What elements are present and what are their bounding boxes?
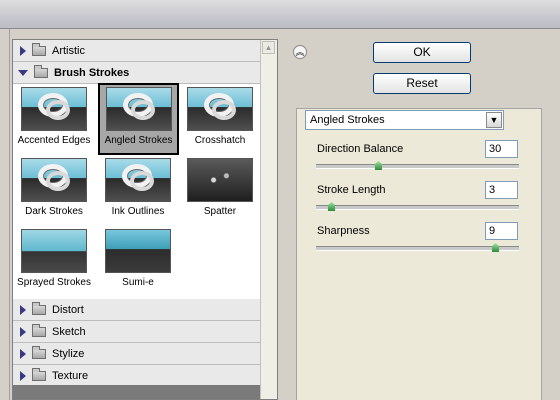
thumb-sumi-e[interactable]: Sumi-e [99,226,177,296]
collapse-gallery-icon[interactable]: ︽ [293,45,307,59]
direction-balance-input[interactable]: 30 [485,140,518,158]
thumb-angled-strokes[interactable]: Angled Strokes [98,83,179,155]
collapse-arrow-icon [18,69,28,76]
expand-arrow-icon [20,45,26,56]
thumb-label: Angled Strokes [104,135,173,146]
category-label: Sketch [52,325,86,338]
folder-icon [34,64,48,78]
gallery-empty-area [13,385,261,399]
thumb-spatter[interactable]: Spatter [181,155,259,225]
direction-balance-label: Direction Balance [317,143,404,155]
direction-balance-slider[interactable] [316,161,519,170]
expand-arrow-icon [20,370,26,381]
expand-arrow-icon [20,304,26,315]
category-artistic[interactable]: Artistic [13,40,261,62]
sharpness-input[interactable]: 9 [485,222,518,240]
category-label: Distort [52,303,84,316]
stroke-length-slider[interactable] [316,202,519,211]
reset-button[interactable]: Reset [373,73,471,94]
folder-icon [32,345,46,359]
brush-strokes-thumbnails: Accented Edges Angled Strokes Crosshatch… [13,83,261,329]
category-brush-strokes[interactable]: Brush Strokes [13,62,261,84]
sharpness-slider[interactable] [316,243,519,252]
category-stylize[interactable]: Stylize [13,343,261,365]
folder-icon [32,367,46,381]
category-label: Stylize [52,347,85,360]
stroke-length-label: Stroke Length [317,184,386,196]
thumb-sprayed-strokes[interactable]: Sprayed Strokes [15,226,93,296]
folder-icon [32,301,46,315]
thumb-label: Dark Strokes [25,206,83,217]
thumb-label: Sumi-e [122,277,154,288]
filter-select[interactable]: Angled Strokes ▼ [305,110,504,130]
filter-select-value: Angled Strokes [310,114,385,126]
filter-preview-image [187,158,253,202]
category-label: Brush Strokes [54,66,130,79]
filter-preview-image [105,229,171,273]
thumb-ink-outlines[interactable]: Ink Outlines [99,155,177,225]
thumb-label: Crosshatch [194,135,246,146]
filter-preview-image [21,158,87,202]
gallery-scrollbar[interactable]: ▲ [260,40,277,399]
filter-preview-image [105,87,172,131]
stroke-length-input[interactable]: 3 [485,181,518,199]
category-texture[interactable]: Texture [13,365,261,387]
expand-arrow-icon [20,326,26,337]
thumb-label: Accented Edges [17,135,91,146]
window-title-bar [0,0,560,29]
thumb-crosshatch[interactable]: Crosshatch [181,84,259,154]
thumb-label: Spatter [203,206,237,217]
category-label: Artistic [52,44,85,57]
category-sketch[interactable]: Sketch [13,321,261,343]
thumb-label: Sprayed Strokes [17,277,91,288]
preview-edge [0,29,10,400]
thumb-label: Ink Outlines [111,206,165,217]
ok-button[interactable]: OK [373,42,471,63]
filter-preview-image [21,87,87,131]
folder-icon [32,323,46,337]
thumb-dark-strokes[interactable]: Dark Strokes [15,155,93,225]
filter-preview-image [187,87,253,131]
category-distort[interactable]: Distort [13,299,261,321]
filter-preview-image [21,229,87,273]
thumb-accented-edges[interactable]: Accented Edges [15,84,93,154]
folder-icon [32,42,46,56]
sharpness-label: Sharpness [317,225,370,237]
category-label: Texture [52,369,89,382]
scroll-up-icon[interactable]: ▲ [262,41,275,54]
chevron-down-icon[interactable]: ▼ [486,112,502,128]
filter-preview-image [105,158,171,202]
filter-gallery: Artistic Brush Strokes Accented Edges An… [12,39,278,400]
expand-arrow-icon [20,348,26,359]
